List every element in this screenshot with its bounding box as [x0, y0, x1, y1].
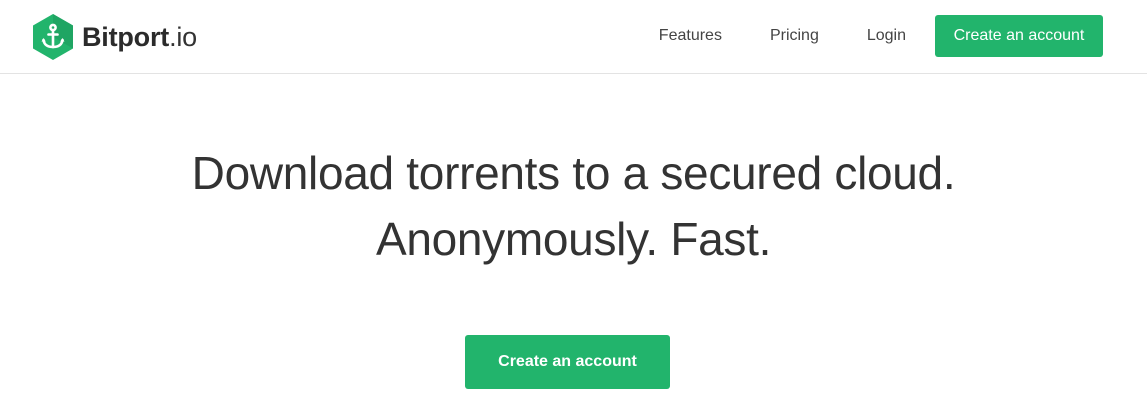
hero-headline-line2: Anonymously. Fast. — [375, 213, 772, 265]
brand-name-main: Bitport — [82, 22, 170, 52]
brand-name-suffix: .io — [169, 22, 197, 52]
main-nav: Features Pricing Login Create an account — [659, 15, 1103, 57]
nav-login-link[interactable]: Login — [867, 15, 906, 57]
brand-name: Bitport.io — [82, 13, 197, 61]
hero-headline-line1: Download torrents to a secured cloud. — [191, 147, 956, 199]
nav-pricing-link[interactable]: Pricing — [770, 15, 819, 57]
site-header: Bitport.io Features Pricing Login Create… — [0, 0, 1147, 74]
header-create-account-button[interactable]: Create an account — [935, 15, 1103, 57]
nav-features-link[interactable]: Features — [659, 15, 722, 57]
brand-logo-link[interactable]: Bitport.io — [31, 13, 197, 61]
hero-section: Download torrents to a secured cloud. An… — [0, 140, 1147, 272]
hero-create-account-button[interactable]: Create an account — [465, 335, 670, 389]
anchor-hexagon-icon — [33, 14, 73, 60]
